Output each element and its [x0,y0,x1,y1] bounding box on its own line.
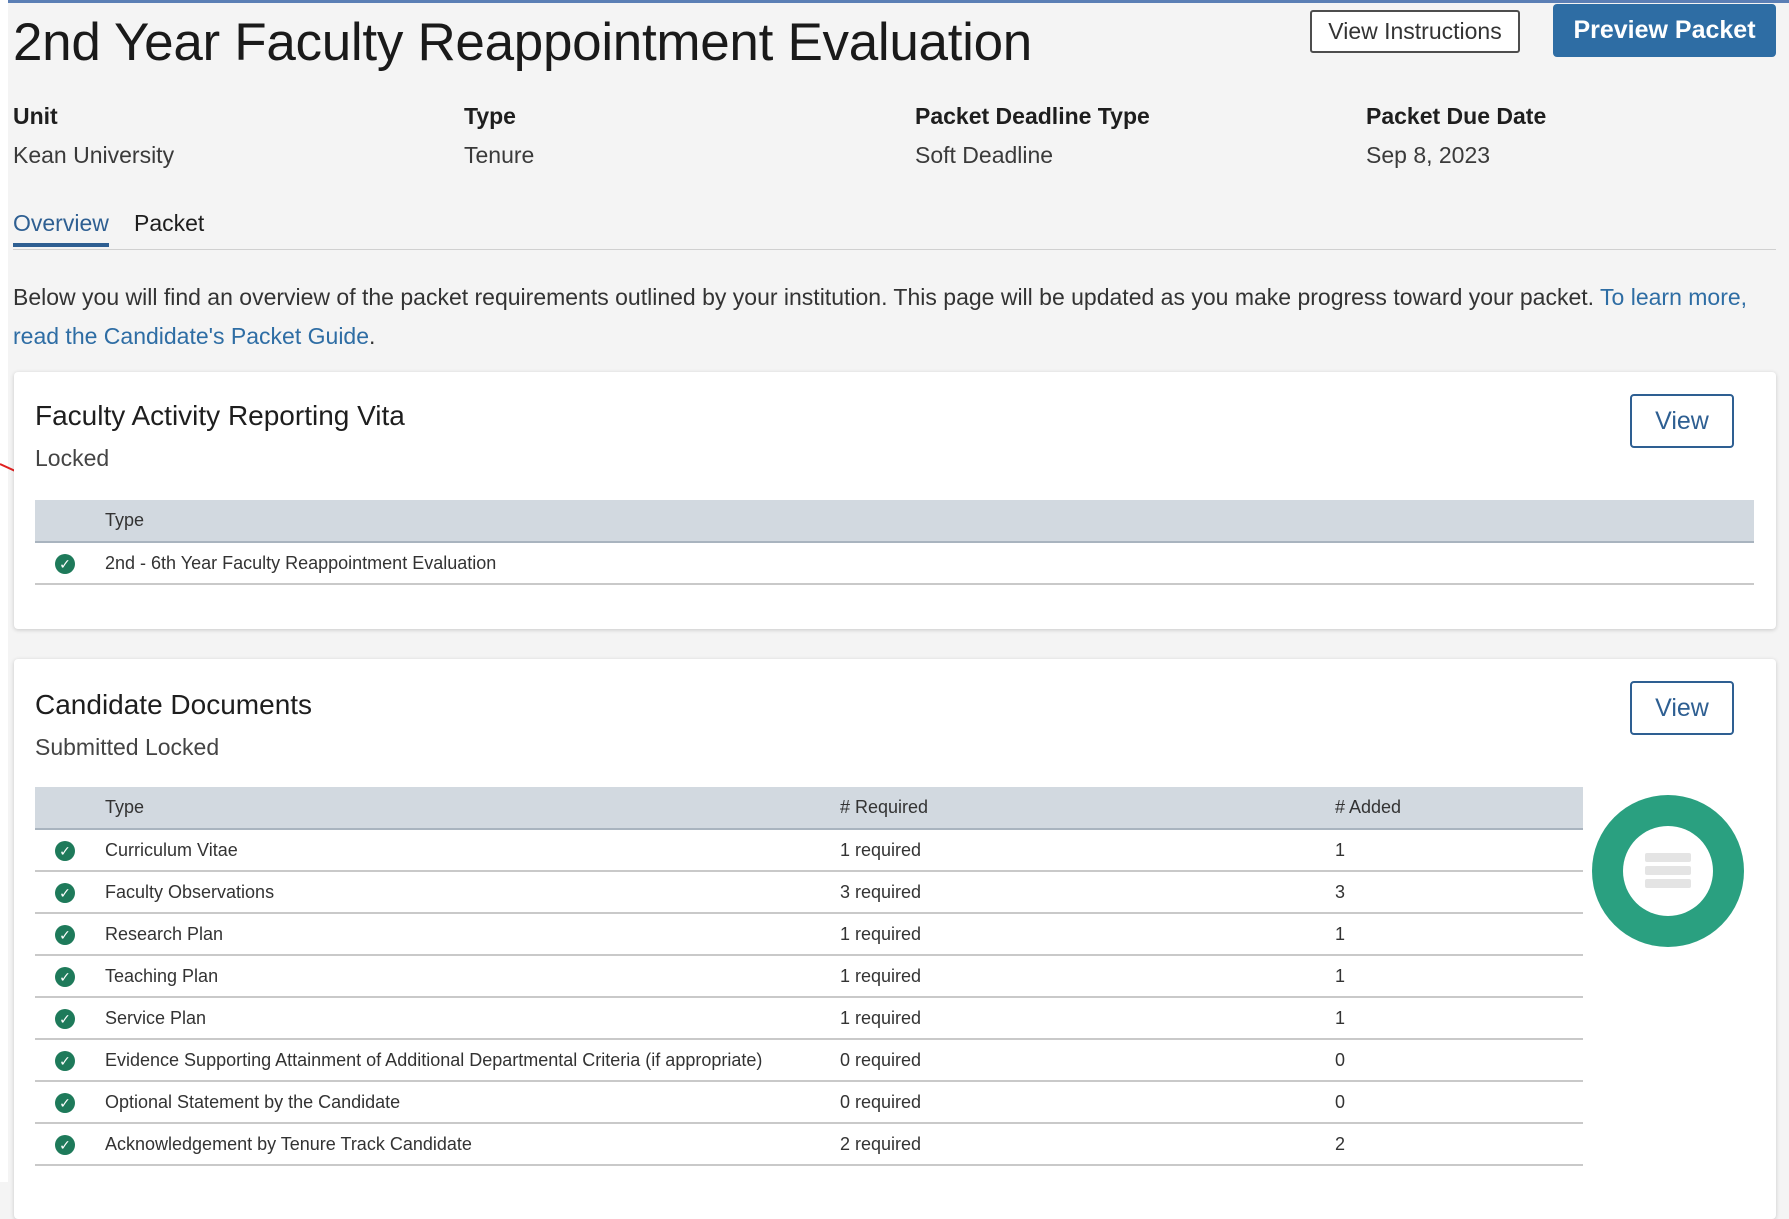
meta-due-date: Packet Due Date Sep 8, 2023 [1366,100,1546,171]
row-required: 0 required [840,1081,1335,1124]
check-circle-icon: ✓ [55,1008,75,1029]
row-type: Acknowledgement by Tenure Track Candidat… [105,1123,840,1166]
tab-overview[interactable]: Overview [13,205,109,247]
column-header-required: # Required [840,787,1335,830]
tab-packet[interactable]: Packet [134,205,204,241]
status-column-header [35,500,105,543]
table-row: ✓ Curriculum Vitae 1 required 1 [35,829,1583,872]
intro-text: Below you will find an overview of the p… [13,278,1773,356]
meta-label: Type [464,103,516,129]
check-circle-icon: ✓ [55,840,75,861]
intro-period: . [369,323,376,349]
far-vita-card: Faculty Activity Reporting Vita Locked V… [14,372,1776,629]
table-row: ✓ Research Plan 1 required 1 [35,913,1583,956]
page-title: 2nd Year Faculty Reappointment Evaluatio… [13,13,1032,72]
table-row: ✓ 2nd - 6th Year Faculty Reappointment E… [35,542,1754,585]
row-type: Evidence Supporting Attainment of Additi… [105,1039,840,1082]
documents-table: Type # Required # Added ✓ Curriculum Vit… [35,787,1583,1166]
check-circle-icon: ✓ [55,1050,75,1071]
row-type: Faculty Observations [105,871,840,914]
status-column-header [35,787,105,830]
column-header-added: # Added [1335,787,1583,830]
table-row: ✓ Evidence Supporting Attainment of Addi… [35,1039,1583,1082]
row-type: Research Plan [105,913,840,956]
column-header-type: Type [105,500,1754,543]
top-rule [0,0,1789,3]
row-type: Curriculum Vitae [105,829,840,872]
row-added: 1 [1335,913,1583,956]
row-added: 1 [1335,955,1583,998]
row-type: Service Plan [105,997,840,1040]
row-required: 1 required [840,955,1335,998]
row-required: 2 required [840,1123,1335,1166]
meta-value: Sep 8, 2023 [1366,142,1491,168]
meta-type: Type Tenure [464,100,534,171]
row-added: 2 [1335,1123,1583,1166]
row-required: 1 required [840,997,1335,1040]
table-row: ✓ Teaching Plan 1 required 1 [35,955,1583,998]
meta-label: Packet Due Date [1366,103,1547,129]
card-status: Submitted Locked [35,734,220,760]
check-circle-icon: ✓ [55,882,75,903]
row-added: 3 [1335,871,1583,914]
table-row: ✓ Acknowledgement by Tenure Track Candid… [35,1123,1583,1166]
left-edge [0,0,8,1182]
row-added: 0 [1335,1039,1583,1082]
table-row: ✓ Service Plan 1 required 1 [35,997,1583,1040]
intro-body: Below you will find an overview of the p… [13,284,1595,310]
list-icon [1645,853,1691,889]
meta-unit: Unit Kean University [13,100,174,171]
row-added: 1 [1335,997,1583,1040]
check-circle-icon: ✓ [55,553,75,574]
card-title: Faculty Activity Reporting Vita [35,400,405,431]
check-circle-icon: ✓ [55,924,75,945]
meta-deadline-type: Packet Deadline Type Soft Deadline [915,100,1150,171]
card-title: Candidate Documents [35,689,313,720]
meta-value: Kean University [13,142,175,168]
check-circle-icon: ✓ [55,1134,75,1155]
view-instructions-button[interactable]: View Instructions [1310,10,1520,53]
meta-label: Unit [13,103,58,129]
meta-value: Tenure [464,142,535,168]
meta-value: Soft Deadline [915,142,1054,168]
row-type: 2nd - 6th Year Faculty Reappointment Eva… [105,542,1754,585]
row-required: 0 required [840,1039,1335,1082]
progress-ring [1592,795,1744,947]
row-required: 1 required [840,829,1335,872]
card-status: Locked [35,445,110,471]
row-type: Optional Statement by the Candidate [105,1081,840,1124]
check-circle-icon: ✓ [55,1092,75,1113]
progress-ring-center [1623,826,1713,916]
table-row: ✓ Optional Statement by the Candidate 0 … [35,1081,1583,1124]
row-required: 1 required [840,913,1335,956]
preview-packet-button[interactable]: Preview Packet [1553,4,1776,57]
view-button[interactable]: View [1630,681,1734,735]
far-type-table: Type ✓ 2nd - 6th Year Faculty Reappointm… [35,500,1754,585]
view-button[interactable]: View [1630,394,1734,448]
candidate-documents-card: Candidate Documents Submitted Locked Vie… [14,659,1776,1219]
row-added: 1 [1335,829,1583,872]
column-header-type: Type [105,787,840,830]
tab-bar: Overview Packet [13,205,1776,250]
check-circle-icon: ✓ [55,966,75,987]
row-added: 0 [1335,1081,1583,1124]
row-required: 3 required [840,871,1335,914]
table-row: ✓ Faculty Observations 3 required 3 [35,871,1583,914]
row-type: Teaching Plan [105,955,840,998]
meta-label: Packet Deadline Type [915,103,1150,129]
